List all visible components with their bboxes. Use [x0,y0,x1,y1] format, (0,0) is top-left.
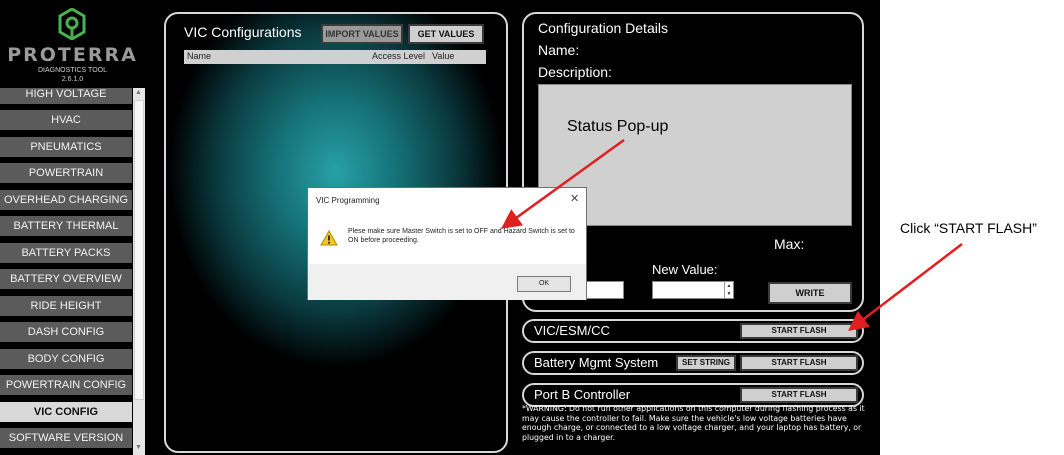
start-flash-arrow [848,243,963,332]
screenshot-canvas: PROTERRA DIAGNOSTICS TOOL 2.6.1.0 HIGH V… [0,0,1064,455]
annotation-arrows [500,138,963,332]
status-arrow [500,138,625,229]
